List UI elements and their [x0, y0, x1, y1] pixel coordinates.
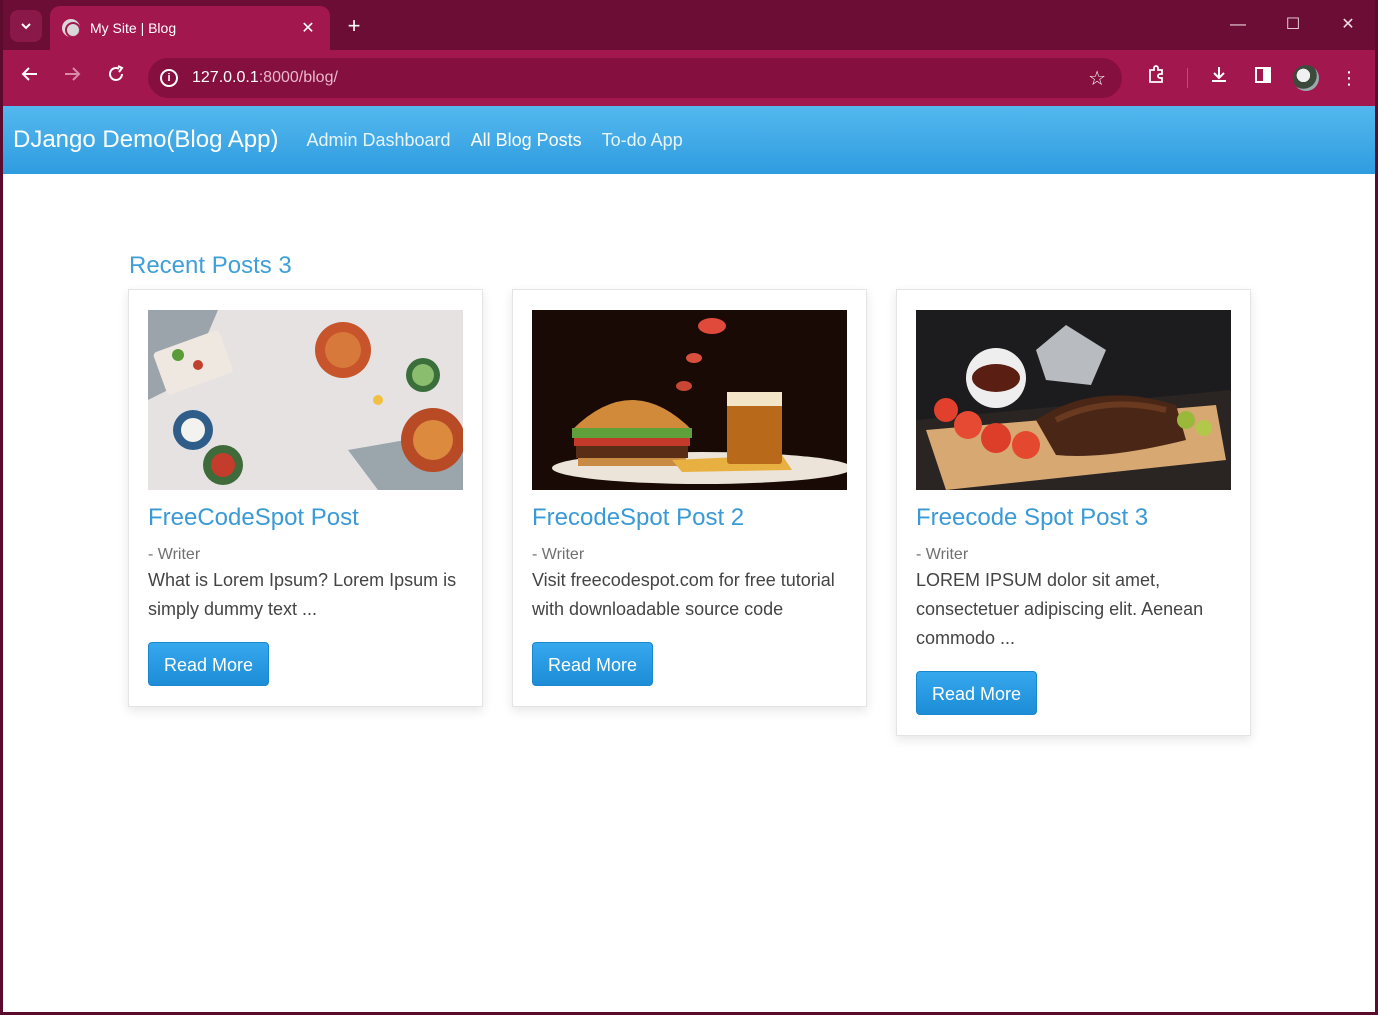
browser-tab[interactable]: My Site | Blog ✕ [50, 6, 330, 50]
post-title[interactable]: FrecodeSpot Post 2 [532, 504, 847, 532]
browser-tab-bar: My Site | Blog ✕ + — ☐ ✕ [0, 0, 1378, 50]
chevron-down-icon [21, 23, 31, 30]
post-title[interactable]: Freecode Spot Post 3 [916, 504, 1231, 532]
toolbar-divider [1187, 68, 1188, 88]
nav-all-blog-posts[interactable]: All Blog Posts [471, 130, 582, 151]
food-bowls-photo[interactable] [148, 310, 463, 490]
post-excerpt: LOREM IPSUM dolor sit amet, consectetuer… [916, 570, 1204, 648]
post-author: - Writer [148, 546, 201, 563]
burger-beer-photo[interactable] [532, 310, 847, 490]
bookmark-star-icon[interactable]: ☆ [1088, 66, 1106, 91]
address-bar[interactable]: i 127.0.0.1:8000/blog/ ☆ [148, 58, 1122, 98]
side-panel-icon[interactable] [1249, 64, 1277, 92]
post-card: Freecode Spot Post 3 - Writer LOREM IPSU… [896, 289, 1251, 736]
url-path: :8000/blog/ [258, 69, 338, 86]
maximize-icon[interactable]: ☐ [1273, 10, 1313, 40]
download-icon[interactable] [1205, 64, 1233, 92]
minimize-icon[interactable]: — [1218, 10, 1258, 40]
reload-icon[interactable] [100, 62, 132, 94]
post-excerpt: Visit freecodespot.com for free tutorial… [532, 570, 835, 619]
post-excerpt: What is Lorem Ipsum? Lorem Ipsum is simp… [148, 570, 457, 619]
read-more-button[interactable]: Read More [148, 642, 270, 686]
post-card: FreeCodeSpot Post - Writer What is Lorem… [128, 289, 483, 707]
close-tab-icon[interactable]: ✕ [298, 18, 318, 38]
back-icon[interactable] [14, 62, 46, 94]
url-host: 127.0.0.1 [192, 69, 259, 86]
browser-toolbar: i 127.0.0.1:8000/blog/ ☆ ⋮ [0, 50, 1378, 106]
ribs-platter-photo[interactable] [916, 310, 1231, 490]
window-close-icon[interactable]: ✕ [1328, 10, 1368, 40]
nav-admin-dashboard[interactable]: Admin Dashboard [306, 130, 450, 151]
tab-search-button[interactable] [10, 10, 42, 42]
nav-todo-app[interactable]: To-do App [602, 130, 683, 151]
post-card: FrecodeSpot Post 2 - Writer Visit freeco… [512, 289, 867, 707]
read-more-button[interactable]: Read More [916, 671, 1038, 715]
post-author: - Writer [532, 546, 585, 563]
site-brand[interactable]: DJango Demo(Blog App) [13, 126, 278, 154]
recent-posts-heading: Recent Posts 3 [129, 252, 292, 279]
new-tab-button[interactable]: + [340, 12, 368, 40]
post-title[interactable]: FreeCodeSpot Post [148, 504, 463, 532]
profile-avatar[interactable] [1293, 65, 1319, 91]
extensions-icon[interactable] [1142, 64, 1170, 92]
post-author: - Writer [916, 546, 969, 563]
read-more-button[interactable]: Read More [532, 642, 654, 686]
page-viewport: DJango Demo(Blog App) Admin Dashboard Al… [3, 106, 1375, 1012]
site-navbar: DJango Demo(Blog App) Admin Dashboard Al… [3, 106, 1375, 174]
menu-icon[interactable]: ⋮ [1335, 64, 1363, 92]
site-info-icon[interactable]: i [160, 69, 178, 87]
forward-icon[interactable] [56, 62, 88, 94]
tab-title: My Site | Blog [90, 20, 177, 36]
globe-icon [62, 19, 80, 37]
